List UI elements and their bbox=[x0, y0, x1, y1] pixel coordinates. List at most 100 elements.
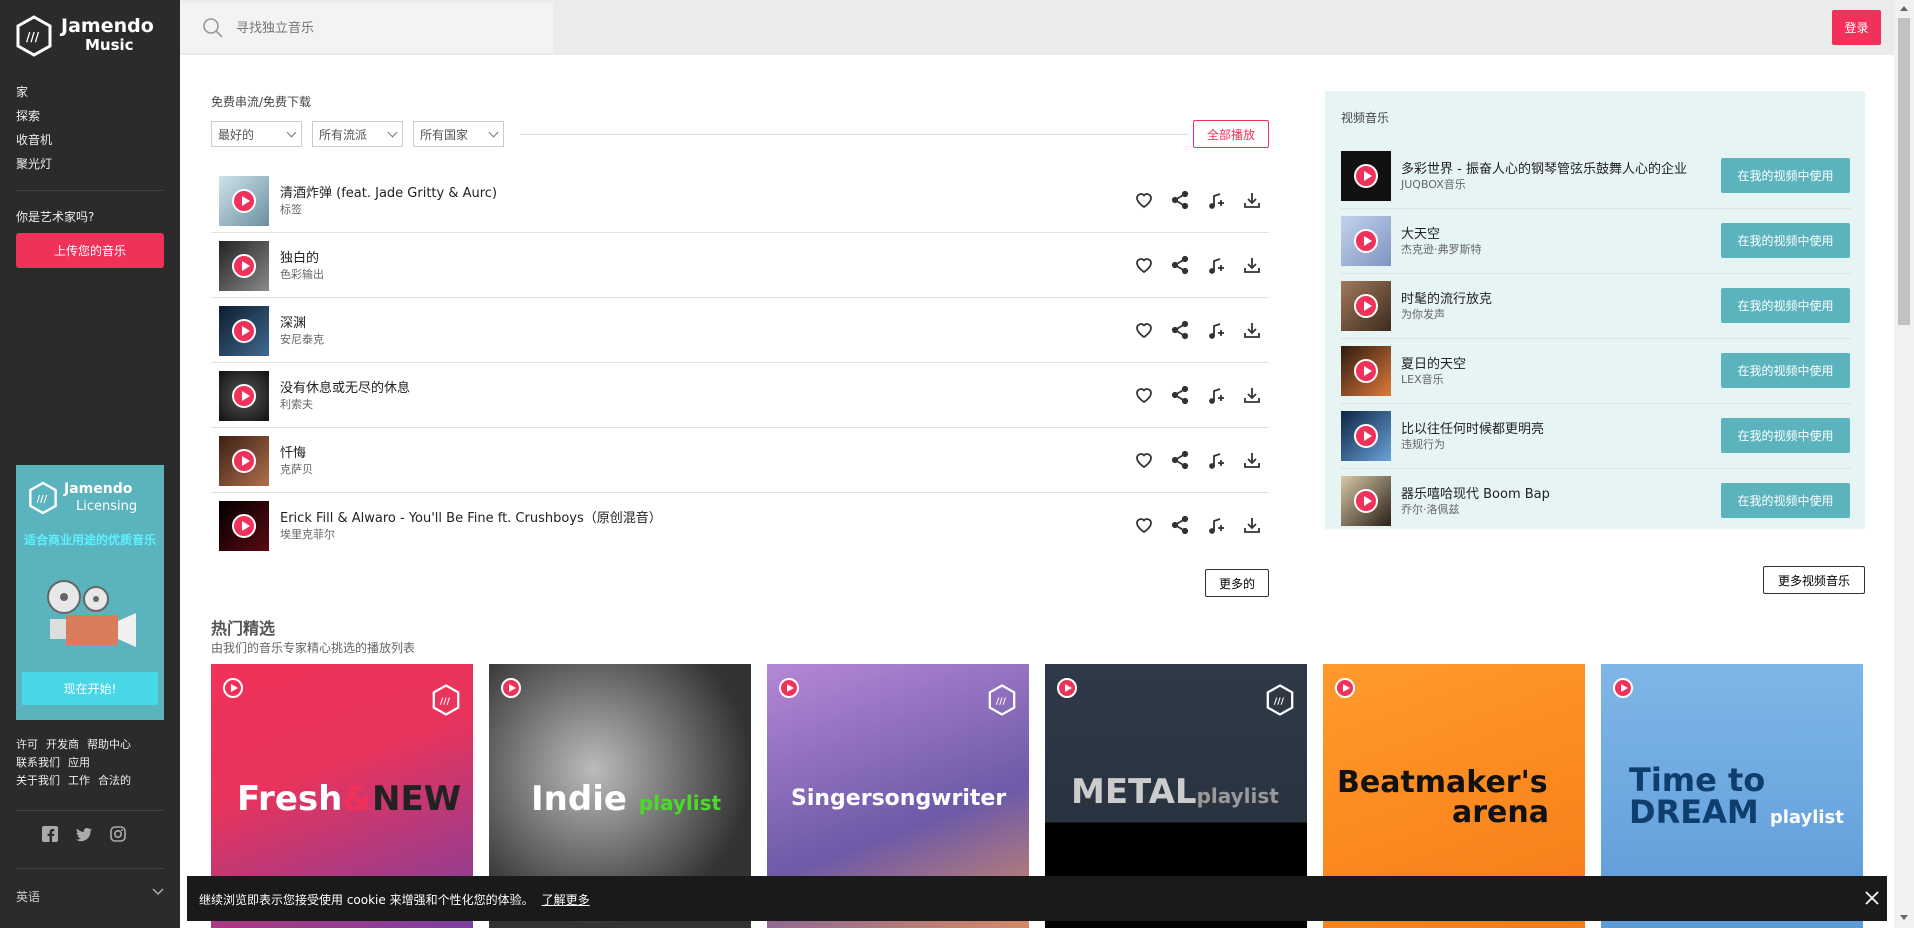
play-icon[interactable] bbox=[1354, 359, 1378, 383]
heart-icon[interactable] bbox=[1134, 385, 1154, 405]
play-icon[interactable] bbox=[232, 514, 256, 538]
instagram-icon[interactable] bbox=[110, 826, 126, 842]
share-icon[interactable] bbox=[1170, 385, 1190, 405]
track-title[interactable]: 没有休息或无尽的休息 bbox=[280, 377, 410, 396]
filter-sort[interactable]: 最好的 bbox=[211, 121, 302, 147]
play-icon[interactable] bbox=[1335, 678, 1355, 698]
video-track-row[interactable]: 时髦的流行放克 为你发声 在我的视频中使用 bbox=[1341, 274, 1851, 339]
track-row[interactable]: 忏悔 克萨贝 bbox=[211, 428, 1269, 493]
play-icon[interactable] bbox=[1354, 229, 1378, 253]
footer-link-jobs[interactable]: 工作 bbox=[68, 774, 90, 787]
track-cover[interactable] bbox=[219, 241, 269, 291]
video-track-row[interactable]: 器乐嘻哈现代 Boom Bap 乔尔·洛佩兹 在我的视频中使用 bbox=[1341, 469, 1851, 534]
nav-radio[interactable]: 收音机 bbox=[16, 128, 52, 152]
footer-link-license[interactable]: 许可 bbox=[16, 738, 38, 751]
add-to-playlist-icon[interactable] bbox=[1206, 450, 1226, 470]
play-icon[interactable] bbox=[1613, 678, 1633, 698]
play-icon[interactable] bbox=[223, 678, 243, 698]
heart-icon[interactable] bbox=[1134, 190, 1154, 210]
login-button[interactable]: 登录 bbox=[1832, 10, 1881, 45]
track-cover[interactable] bbox=[219, 306, 269, 356]
use-in-video-button[interactable]: 在我的视频中使用 bbox=[1721, 288, 1850, 323]
download-icon[interactable] bbox=[1242, 385, 1262, 405]
video-track-cover[interactable] bbox=[1341, 346, 1391, 396]
video-track-title[interactable]: 时髦的流行放克 bbox=[1401, 288, 1492, 307]
track-artist[interactable]: 色彩输出 bbox=[280, 266, 324, 282]
add-to-playlist-icon[interactable] bbox=[1206, 515, 1226, 535]
footer-link-about[interactable]: 关于我们 bbox=[16, 774, 60, 787]
heart-icon[interactable] bbox=[1134, 450, 1154, 470]
video-track-row[interactable]: 夏日的天空 LEX音乐 在我的视频中使用 bbox=[1341, 339, 1851, 404]
track-artist[interactable]: 利索夫 bbox=[280, 396, 313, 412]
play-icon[interactable] bbox=[232, 189, 256, 213]
download-icon[interactable] bbox=[1242, 320, 1262, 340]
language-selector[interactable]: 英语 bbox=[16, 888, 164, 905]
track-row[interactable]: 深渊 安尼泰克 bbox=[211, 298, 1269, 363]
play-icon[interactable] bbox=[1354, 164, 1378, 188]
video-track-title[interactable]: 夏日的天空 bbox=[1401, 353, 1466, 372]
video-track-cover[interactable] bbox=[1341, 216, 1391, 266]
twitter-icon[interactable] bbox=[76, 826, 92, 842]
video-track-artist[interactable]: LEX音乐 bbox=[1401, 371, 1444, 387]
use-in-video-button[interactable]: 在我的视频中使用 bbox=[1721, 418, 1850, 453]
download-icon[interactable] bbox=[1242, 450, 1262, 470]
track-artist[interactable]: 克萨贝 bbox=[280, 461, 313, 477]
play-all-button[interactable]: 全部播放 bbox=[1193, 120, 1269, 148]
track-title[interactable]: 独白的 bbox=[280, 247, 319, 266]
video-track-artist[interactable]: 乔尔·洛佩兹 bbox=[1401, 501, 1460, 517]
more-tracks-button[interactable]: 更多的 bbox=[1205, 569, 1269, 597]
heart-icon[interactable] bbox=[1134, 320, 1154, 340]
heart-icon[interactable] bbox=[1134, 255, 1154, 275]
play-icon[interactable] bbox=[1354, 424, 1378, 448]
share-icon[interactable] bbox=[1170, 450, 1190, 470]
play-icon[interactable] bbox=[1057, 678, 1077, 698]
video-track-row[interactable]: 多彩世界 - 振奋人心的钢琴管弦乐鼓舞人心的企业 JUQBOX音乐 在我的视频中… bbox=[1341, 144, 1851, 209]
jamendo-logo[interactable]: /// Jamendo Music bbox=[15, 15, 154, 57]
play-icon[interactable] bbox=[1354, 489, 1378, 513]
video-track-artist[interactable]: 违规行为 bbox=[1401, 436, 1445, 452]
share-icon[interactable] bbox=[1170, 255, 1190, 275]
video-track-artist[interactable]: 为你发声 bbox=[1401, 306, 1445, 322]
scrollbar-thumb[interactable] bbox=[1898, 18, 1910, 325]
video-track-artist[interactable]: JUQBOX音乐 bbox=[1401, 176, 1466, 192]
track-row[interactable]: Erick Fill & Alwaro - You'll Be Fine ft.… bbox=[211, 493, 1269, 558]
track-title[interactable]: 深渊 bbox=[280, 312, 306, 331]
play-icon[interactable] bbox=[232, 319, 256, 343]
footer-link-contact[interactable]: 联系我们 bbox=[16, 756, 60, 769]
track-cover[interactable] bbox=[219, 501, 269, 551]
download-icon[interactable] bbox=[1242, 515, 1262, 535]
nav-home[interactable]: 家 bbox=[16, 80, 52, 104]
play-icon[interactable] bbox=[779, 678, 799, 698]
heart-icon[interactable] bbox=[1134, 515, 1154, 535]
video-track-title[interactable]: 多彩世界 - 振奋人心的钢琴管弦乐鼓舞人心的企业 bbox=[1401, 158, 1687, 177]
share-icon[interactable] bbox=[1170, 190, 1190, 210]
use-in-video-button[interactable]: 在我的视频中使用 bbox=[1721, 158, 1850, 193]
nav-spotlight[interactable]: 聚光灯 bbox=[16, 152, 52, 176]
use-in-video-button[interactable]: 在我的视频中使用 bbox=[1721, 483, 1850, 518]
share-icon[interactable] bbox=[1170, 320, 1190, 340]
track-title[interactable]: 清酒炸弹 (feat. Jade Gritty & Aurc) bbox=[280, 182, 497, 201]
video-track-title[interactable]: 器乐嘻哈现代 Boom Bap bbox=[1401, 483, 1550, 502]
facebook-icon[interactable] bbox=[42, 826, 58, 842]
download-icon[interactable] bbox=[1242, 190, 1262, 210]
track-cover[interactable] bbox=[219, 371, 269, 421]
track-cover[interactable] bbox=[219, 436, 269, 486]
video-track-cover[interactable] bbox=[1341, 281, 1391, 331]
share-icon[interactable] bbox=[1170, 515, 1190, 535]
download-icon[interactable] bbox=[1242, 255, 1262, 275]
track-row[interactable]: 清酒炸弹 (feat. Jade Gritty & Aurc) 标签 bbox=[211, 168, 1269, 233]
video-track-artist[interactable]: 杰克逊·弗罗斯特 bbox=[1401, 241, 1482, 257]
add-to-playlist-icon[interactable] bbox=[1206, 385, 1226, 405]
licensing-start-button[interactable]: 现在开始! bbox=[22, 672, 158, 705]
track-artist[interactable]: 标签 bbox=[280, 201, 302, 217]
track-cover[interactable] bbox=[219, 176, 269, 226]
footer-link-apps[interactable]: 应用 bbox=[68, 756, 90, 769]
footer-link-legal[interactable]: 合法的 bbox=[98, 774, 131, 787]
track-artist[interactable]: 安尼泰克 bbox=[280, 331, 324, 347]
track-title[interactable]: Erick Fill & Alwaro - You'll Be Fine ft.… bbox=[280, 507, 662, 526]
play-icon[interactable] bbox=[501, 678, 521, 698]
scroll-down-arrow-icon[interactable] bbox=[1900, 915, 1908, 920]
filter-genre[interactable]: 所有流派 bbox=[312, 121, 403, 147]
footer-link-developers[interactable]: 开发商 bbox=[46, 738, 79, 751]
track-title[interactable]: 忏悔 bbox=[280, 442, 306, 461]
